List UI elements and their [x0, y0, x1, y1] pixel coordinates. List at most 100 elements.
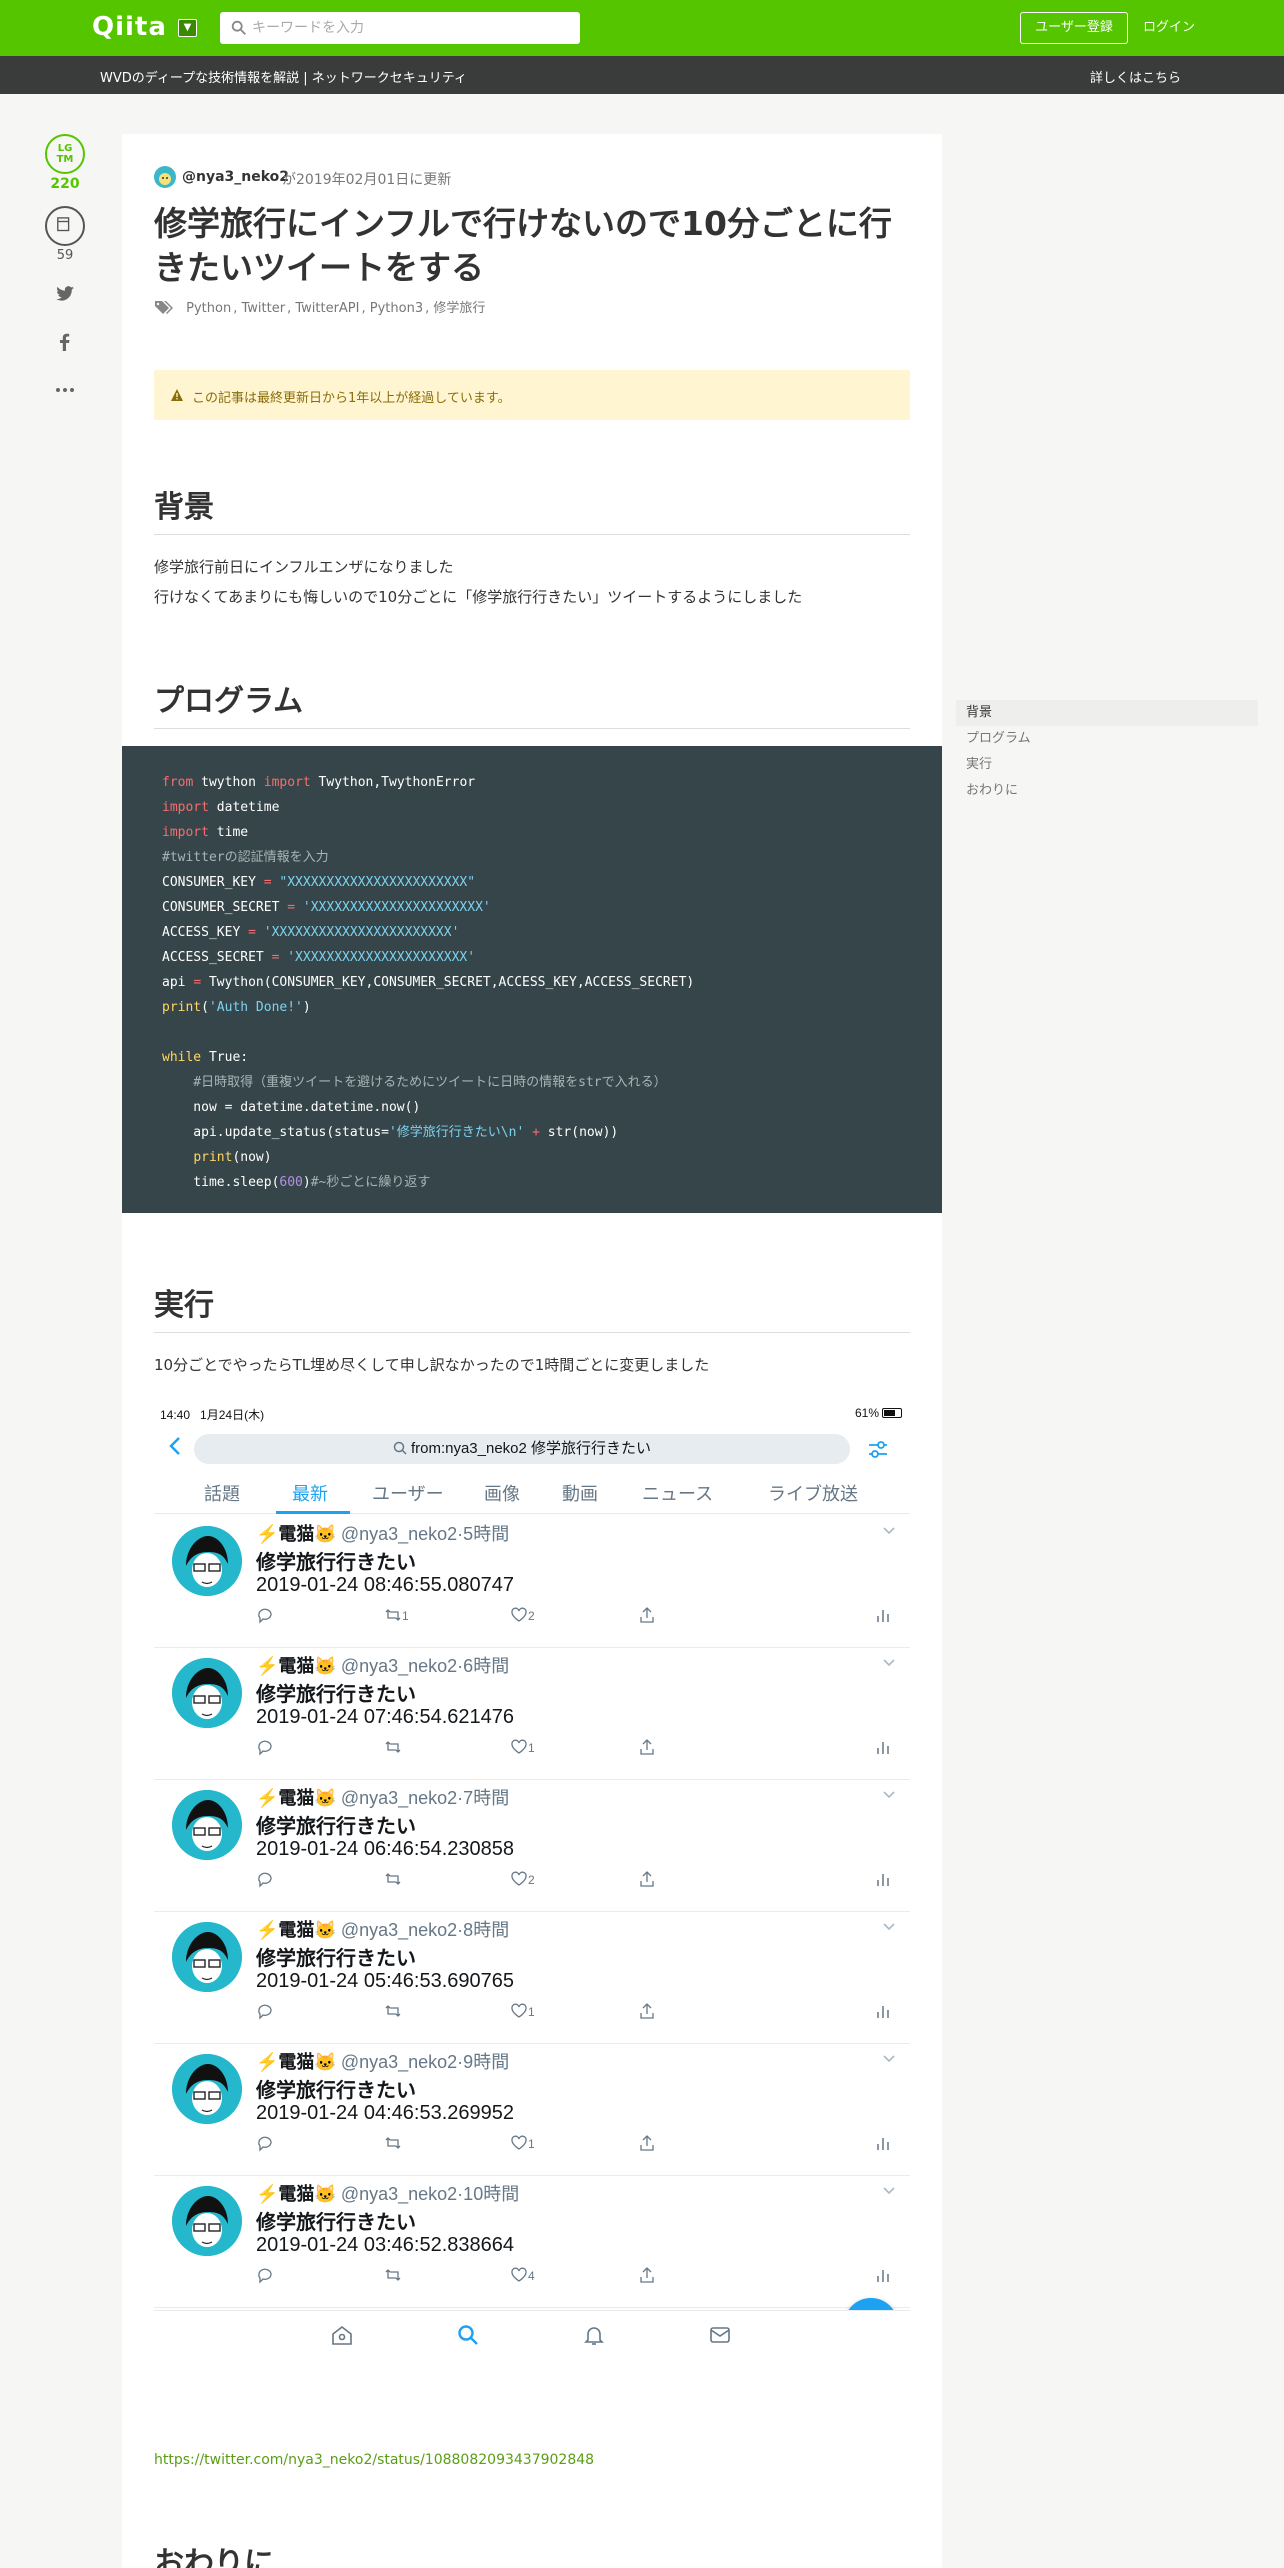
tag-link[interactable]: TwitterAPI [295, 301, 359, 316]
share-button[interactable] [638, 1738, 656, 1756]
tweet[interactable]: ⚡電猫🐱 @nya3_neko2·8時間 修学旅行行きたい 2019-01-24 05… [154, 1912, 910, 2044]
analytics-button[interactable] [874, 2134, 892, 2152]
share-button[interactable] [638, 1606, 656, 1624]
lgtm-button[interactable]: LG TM [45, 134, 85, 174]
tweet[interactable]: ⚡電猫🐱 @nya3_neko2·5時間 修学旅行行きたい 2019-01-24 08… [154, 1516, 910, 1648]
tweet-link[interactable]: https://twitter.com/nya3_neko2/status/10… [154, 2452, 594, 2468]
author-name[interactable]: @nya3_neko2 [182, 169, 289, 185]
tab-latest[interactable]: 最新 [292, 1480, 328, 1506]
like-button[interactable]: 4 [510, 2266, 535, 2284]
like-button[interactable]: 2 [510, 1870, 535, 1888]
tweet[interactable]: ⚡電猫🐱 @nya3_neko2·7時間 修学旅行行きたい 2019-01-24 06… [154, 1780, 910, 1912]
share-button[interactable] [638, 2134, 656, 2152]
tab-trending[interactable]: 話題 [204, 1480, 240, 1506]
tweet-author-name[interactable]: ⚡電猫🐱 [256, 1920, 337, 1940]
avatar[interactable] [172, 2186, 242, 2256]
heart-icon [511, 1871, 527, 1886]
more-icon[interactable] [53, 378, 77, 402]
avatar[interactable] [172, 1658, 242, 1728]
retweet-button[interactable] [384, 1738, 402, 1756]
home-icon[interactable] [330, 2323, 354, 2347]
back-icon[interactable] [168, 1436, 182, 1456]
like-button[interactable]: 2 [510, 1606, 535, 1624]
retweet-button[interactable] [384, 1870, 402, 1888]
reply-button[interactable] [256, 1606, 274, 1624]
twitter-search-bar[interactable]: from:nya3_neko2 修学旅行行きたい [194, 1434, 850, 1464]
qiita-logo[interactable]: Qiita [92, 12, 167, 42]
facebook-icon[interactable] [53, 330, 77, 354]
twitter-icon[interactable] [53, 282, 77, 306]
tag-link[interactable]: Python3 [370, 301, 423, 316]
signup-button[interactable]: ユーザー登録 [1020, 12, 1128, 44]
tag-link[interactable]: 修学旅行 [433, 301, 485, 316]
retweet-icon [385, 1873, 401, 1885]
ad-text[interactable]: WVDのディープな技術情報を解説 | ネットワークセキュリティ [100, 67, 467, 86]
avatar[interactable] [172, 1526, 242, 1596]
bell-icon[interactable] [582, 2323, 606, 2347]
chevron-down-icon[interactable] [882, 1526, 896, 1536]
reply-button[interactable] [256, 2266, 274, 2284]
search-icon[interactable] [456, 2323, 480, 2347]
tab-live[interactable]: ライブ放送 [768, 1480, 858, 1506]
avatar[interactable] [172, 1922, 242, 1992]
ad-more-link[interactable]: 詳しくはこちら [1090, 67, 1181, 86]
mail-icon[interactable] [708, 2323, 732, 2347]
tweet-author-name[interactable]: ⚡電猫🐱 [256, 2052, 337, 2072]
tab-videos[interactable]: 動画 [562, 1480, 598, 1506]
logo-dropdown-icon[interactable]: ▼ [178, 19, 197, 37]
chevron-down-icon[interactable] [882, 1658, 896, 1668]
tab-users[interactable]: ユーザー [372, 1480, 444, 1506]
tweet-author-name[interactable]: ⚡電猫🐱 [256, 1656, 337, 1676]
paragraph: 修学旅行前日にインフルエンザになりました [154, 558, 454, 576]
avatar[interactable] [172, 2054, 242, 2124]
tweet-author-name[interactable]: ⚡電猫🐱 [256, 1524, 337, 1544]
analytics-icon [877, 1874, 889, 1886]
chevron-down-icon[interactable] [882, 2054, 896, 2064]
reply-button[interactable] [256, 1870, 274, 1888]
analytics-button[interactable] [874, 2266, 892, 2284]
retweet-button[interactable] [384, 2266, 402, 2284]
tweet-author-name[interactable]: ⚡電猫🐱 [256, 2184, 337, 2204]
tab-images[interactable]: 画像 [484, 1480, 520, 1506]
code-block[interactable]: from twython import Twython,TwythonError… [122, 746, 942, 1213]
tab-news[interactable]: ニュース [642, 1480, 713, 1506]
search-input[interactable] [252, 12, 572, 44]
author-avatar[interactable] [154, 166, 176, 188]
share-button[interactable] [638, 2002, 656, 2020]
reply-button[interactable] [256, 2134, 274, 2152]
login-link[interactable]: ログイン [1143, 12, 1195, 44]
share-button[interactable] [638, 2266, 656, 2284]
retweet-button[interactable] [384, 2134, 402, 2152]
stock-button[interactable] [45, 206, 85, 246]
reply-button[interactable] [256, 1738, 274, 1756]
toc-item-program[interactable]: プログラム [956, 726, 1258, 752]
retweet-button[interactable]: 1 [384, 1606, 409, 1624]
tweet[interactable]: ⚡電猫🐱 @nya3_neko2·6時間 修学旅行行きたい 2019-01-24 07… [154, 1648, 910, 1780]
tweet-author-name[interactable]: ⚡電猫🐱 [256, 1788, 337, 1808]
avatar[interactable] [172, 1790, 242, 1860]
analytics-button[interactable] [874, 1606, 892, 1624]
like-button[interactable]: 1 [510, 2002, 535, 2020]
toc-item-end[interactable]: おわりに [956, 778, 1258, 804]
toc-item-background[interactable]: 背景 [956, 700, 1258, 726]
analytics-button[interactable] [874, 2002, 892, 2020]
tag-link[interactable]: Twitter [241, 301, 285, 316]
chevron-down-icon[interactable] [882, 1922, 896, 1932]
filter-icon[interactable] [866, 1438, 890, 1462]
analytics-button[interactable] [874, 1870, 892, 1888]
analytics-button[interactable] [874, 1738, 892, 1756]
retweet-button[interactable] [384, 2002, 402, 2020]
reply-button[interactable] [256, 2002, 274, 2020]
tweet[interactable]: ⚡電猫🐱 @nya3_neko2·9時間 修学旅行行きたい 2019-01-24 04… [154, 2044, 910, 2176]
like-button[interactable]: 1 [510, 2134, 535, 2152]
chevron-down-icon[interactable] [882, 1790, 896, 1800]
share-button[interactable] [638, 1870, 656, 1888]
search-box[interactable] [220, 12, 580, 44]
tag-link[interactable]: Python [186, 301, 231, 316]
like-count: 1 [528, 2137, 535, 2151]
toc-item-run[interactable]: 実行 [956, 752, 1258, 778]
tweet[interactable]: ⚡電猫🐱 @nya3_neko2·10時間 修学旅行行きたい 2019-01-24 0… [154, 2176, 910, 2308]
like-button[interactable]: 1 [510, 1738, 535, 1756]
analytics-icon [877, 1742, 889, 1754]
chevron-down-icon[interactable] [882, 2186, 896, 2196]
